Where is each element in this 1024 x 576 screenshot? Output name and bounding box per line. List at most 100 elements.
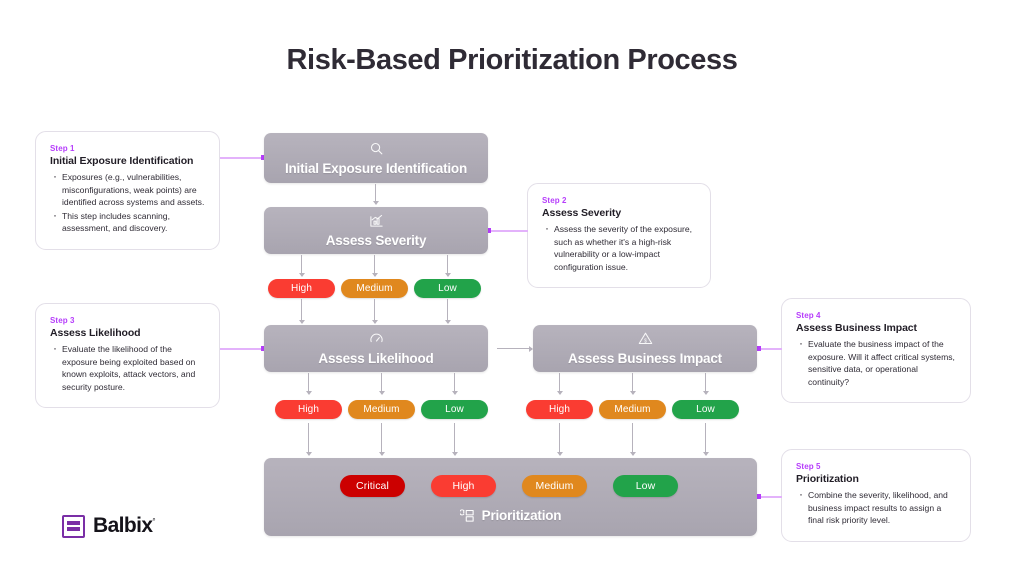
connector-step-4 bbox=[756, 346, 782, 351]
priority-pill-critical[interactable]: Critical bbox=[340, 475, 405, 497]
arrow-initial-to-severity bbox=[371, 184, 381, 205]
search-icon bbox=[369, 141, 384, 156]
warning-dollar-icon: $ bbox=[638, 331, 653, 346]
callout-title: Initial Exposure Identification bbox=[50, 155, 194, 167]
arrow-impact-to-high bbox=[555, 373, 565, 395]
pill-label: Critical bbox=[356, 480, 389, 492]
logo-trademark: ° bbox=[152, 517, 156, 526]
pill-label: Low bbox=[696, 404, 715, 415]
callout-title: Assess Severity bbox=[542, 207, 622, 219]
callout-bullet: Combine the severity, likelihood, and bu… bbox=[796, 488, 956, 527]
logo-bar bbox=[67, 527, 80, 531]
pill-label: Medium bbox=[614, 404, 651, 415]
callout-bullets: Assess the severity of the exposure, suc… bbox=[542, 222, 696, 273]
callout-step-1: Step 1 Initial Exposure Identification E… bbox=[35, 131, 220, 250]
arrow-impact-medium-to-prioritization bbox=[628, 423, 638, 456]
flow-node-initial-exposure-identification[interactable]: Initial Exposure Identification bbox=[264, 133, 488, 183]
logo-wordmark: Balbix bbox=[93, 514, 153, 537]
flow-node-label: Initial Exposure Identification bbox=[284, 160, 468, 176]
pill-label: High bbox=[452, 480, 475, 492]
pill-label: Medium bbox=[356, 283, 393, 294]
pill-label: Low bbox=[438, 283, 457, 294]
callout-bullets: Combine the severity, likelihood, and bu… bbox=[796, 488, 956, 527]
pill-label: Low bbox=[635, 480, 656, 492]
arrow-likelihood-to-business-impact bbox=[497, 344, 533, 354]
callout-step-4: Step 4 Assess Business Impact Evaluate t… bbox=[781, 298, 971, 404]
pill-label: Medium bbox=[535, 480, 574, 492]
severity-pill-low[interactable]: Low bbox=[414, 279, 481, 298]
balbix-logo-text: Balbix° bbox=[93, 514, 156, 538]
arrow-low-to-likelihood bbox=[443, 299, 453, 324]
callout-bullet: This step includes scanning, assessment,… bbox=[50, 209, 205, 235]
logo-bar bbox=[67, 521, 80, 525]
page-title: Risk-Based Prioritization Process bbox=[286, 44, 738, 76]
bar-chart-icon bbox=[369, 213, 384, 228]
step-label: Step 5 bbox=[796, 462, 821, 471]
callout-bullets: Evaluate the business impact of the expo… bbox=[796, 337, 956, 388]
arrow-likelihood-medium-to-prioritization bbox=[377, 423, 387, 456]
pill-label: Medium bbox=[363, 404, 400, 415]
arrow-likelihood-to-low bbox=[450, 373, 460, 395]
callout-bullet: Exposures (e.g., vulnerabilities, miscon… bbox=[50, 170, 205, 209]
arrow-likelihood-to-medium bbox=[377, 373, 387, 395]
priority-list-icon bbox=[458, 508, 475, 523]
arrow-severity-to-medium bbox=[370, 255, 380, 277]
callout-step-3: Step 3 Assess Likelihood Evaluate the li… bbox=[35, 303, 220, 409]
priority-pill-high[interactable]: High bbox=[431, 475, 496, 497]
callout-title: Prioritization bbox=[796, 473, 859, 485]
likelihood-pill-medium[interactable]: Medium bbox=[348, 400, 415, 419]
callout-bullets: Exposures (e.g., vulnerabilities, miscon… bbox=[50, 170, 205, 235]
callout-bullet: Assess the severity of the exposure, suc… bbox=[542, 222, 696, 273]
priority-pill-medium[interactable]: Medium bbox=[522, 475, 587, 497]
arrow-high-to-likelihood bbox=[297, 299, 307, 324]
arrow-impact-low-to-prioritization bbox=[701, 423, 711, 456]
flow-node-label: Prioritization bbox=[481, 508, 562, 523]
impact-pill-high[interactable]: High bbox=[526, 400, 593, 419]
pill-label: Low bbox=[445, 404, 464, 415]
priority-pill-low[interactable]: Low bbox=[613, 475, 678, 497]
step-label: Step 1 bbox=[50, 144, 75, 153]
flow-node-assess-likelihood[interactable]: Assess Likelihood bbox=[264, 325, 488, 372]
likelihood-pill-low[interactable]: Low bbox=[421, 400, 488, 419]
arrow-medium-to-likelihood bbox=[370, 299, 380, 324]
impact-pill-medium[interactable]: Medium bbox=[599, 400, 666, 419]
arrow-severity-to-high bbox=[297, 255, 307, 277]
callout-step-5: Step 5 Prioritization Combine the severi… bbox=[781, 449, 971, 542]
severity-pill-medium[interactable]: Medium bbox=[341, 279, 408, 298]
flow-node-label: Assess Severity bbox=[325, 233, 427, 248]
arrow-likelihood-to-high bbox=[304, 373, 314, 395]
flow-node-label: Assess Likelihood bbox=[318, 351, 434, 366]
callout-title: Assess Likelihood bbox=[50, 327, 141, 339]
pill-label: High bbox=[298, 404, 319, 415]
arrow-impact-high-to-prioritization bbox=[555, 423, 565, 456]
callout-bullet: Evaluate the business impact of the expo… bbox=[796, 337, 956, 388]
step-label: Step 4 bbox=[796, 311, 821, 320]
callout-bullets: Evaluate the likelihood of the exposure … bbox=[50, 342, 205, 393]
callout-bullet: Evaluate the likelihood of the exposure … bbox=[50, 342, 205, 393]
flow-node-prioritization[interactable]: Prioritization bbox=[264, 458, 757, 536]
callout-step-2: Step 2 Assess Severity Assess the severi… bbox=[527, 183, 711, 289]
severity-pill-high[interactable]: High bbox=[268, 279, 335, 298]
connector-step-2 bbox=[486, 228, 528, 233]
connector-step-1 bbox=[220, 155, 266, 160]
step-label: Step 2 bbox=[542, 196, 567, 205]
prioritization-header: Prioritization bbox=[458, 508, 562, 523]
balbix-logo: Balbix° bbox=[62, 514, 156, 538]
arrow-likelihood-low-to-prioritization bbox=[450, 423, 460, 456]
diagram-canvas: Risk-Based Prioritization Process Step 1… bbox=[0, 0, 1024, 576]
gauge-icon bbox=[369, 331, 384, 346]
svg-text:$: $ bbox=[644, 338, 647, 344]
arrow-impact-to-medium bbox=[628, 373, 638, 395]
step-label: Step 3 bbox=[50, 316, 75, 325]
impact-pill-low[interactable]: Low bbox=[672, 400, 739, 419]
likelihood-pill-high[interactable]: High bbox=[275, 400, 342, 419]
flow-node-assess-business-impact[interactable]: $ Assess Business Impact bbox=[533, 325, 757, 372]
connector-step-3 bbox=[220, 346, 266, 351]
flow-node-label: Assess Business Impact bbox=[568, 351, 722, 366]
balbix-logo-mark-icon bbox=[62, 514, 85, 538]
arrow-likelihood-high-to-prioritization bbox=[304, 423, 314, 456]
arrow-impact-to-low bbox=[701, 373, 711, 395]
callout-title: Assess Business Impact bbox=[796, 322, 917, 334]
flow-node-assess-severity[interactable]: Assess Severity bbox=[264, 207, 488, 254]
pill-label: High bbox=[291, 283, 312, 294]
